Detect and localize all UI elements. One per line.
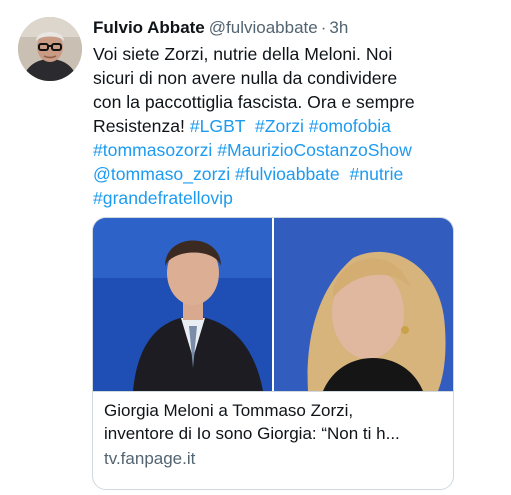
tweet-text-line: #tommasozorzi #MaurizioCostanzoShow xyxy=(93,138,443,162)
tweet-text-segment xyxy=(340,164,350,184)
tweet-text: Voi siete Zorzi, nutrie della Meloni. No… xyxy=(93,42,443,210)
hashtag-link[interactable]: #omofobia xyxy=(309,116,391,136)
card-title-line-2: inventore di Io sono Giorgia: “Non ti h.… xyxy=(104,424,400,443)
hashtag-link[interactable]: #grandefratellovip xyxy=(93,188,233,208)
link-card[interactable]: Giorgia Meloni a Tommaso Zorzi, inventor… xyxy=(92,217,454,490)
hashtag-link[interactable]: #Zorzi xyxy=(255,116,304,136)
hashtag-link[interactable]: #tommasozorzi xyxy=(93,140,212,160)
tweet-text-segment xyxy=(245,116,255,136)
tweet-text-line: sicuri di non avere nulla da condividere xyxy=(93,66,443,90)
hashtag-link[interactable]: #fulvioabbate xyxy=(235,164,340,184)
card-image xyxy=(93,218,453,391)
tweet-text-line: #grandefratellovip xyxy=(93,186,443,210)
card-domain: tv.fanpage.it xyxy=(104,449,196,468)
author-handle[interactable]: @fulvioabbate xyxy=(209,18,318,37)
tweet-text-segment: con la paccottiglia fascista. Ora e semp… xyxy=(93,92,415,112)
avatar[interactable] xyxy=(18,17,82,81)
tweet-text-segment: Voi siete Zorzi, nutrie della Meloni. No… xyxy=(93,44,393,64)
tweet-text-line: Voi siete Zorzi, nutrie della Meloni. No… xyxy=(93,42,443,66)
tweet-text-segment: sicuri di non avere nulla da condividere xyxy=(93,68,398,88)
separator-dot: · xyxy=(320,18,327,37)
hashtag-link[interactable]: #LGBT xyxy=(190,116,245,136)
hashtag-link[interactable]: #MaurizioCostanzoShow xyxy=(217,140,412,160)
tweet-text-segment: Resistenza! xyxy=(93,116,190,136)
hashtag-link[interactable]: #nutrie xyxy=(350,164,404,184)
tweet-text-line: con la paccottiglia fascista. Ora e semp… xyxy=(93,90,443,114)
avatar-photo xyxy=(18,17,82,81)
card-divider xyxy=(93,391,453,392)
tweet-text-line: Resistenza! #LGBT #Zorzi #omofobia xyxy=(93,114,443,138)
author-display-name[interactable]: Fulvio Abbate xyxy=(93,18,205,37)
tweet-header: Fulvio Abbate @fulvioabbate · 3h xyxy=(93,16,348,40)
card-title-line-1: Giorgia Meloni a Tommaso Zorzi, xyxy=(104,401,354,420)
card-title: Giorgia Meloni a Tommaso Zorzi, inventor… xyxy=(104,399,444,445)
tweet[interactable]: Fulvio Abbate @fulvioabbate · 3h Voi siete … xyxy=(0,0,511,495)
card-photo xyxy=(93,218,453,391)
mention-link[interactable]: @tommaso_zorzi xyxy=(93,164,230,184)
tweet-text-line: @tommaso_zorzi #fulvioabbate #nutrie xyxy=(93,162,443,186)
tweet-timestamp[interactable]: 3h xyxy=(329,18,348,37)
